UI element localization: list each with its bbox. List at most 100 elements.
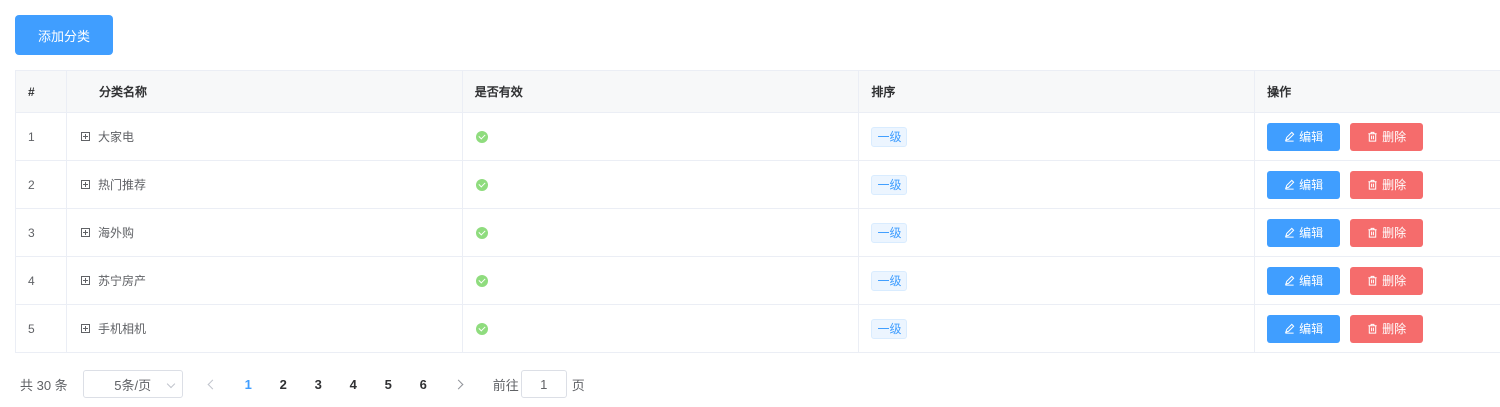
table-header: # 分类名称 是否有效 排序 操作 bbox=[16, 71, 1500, 113]
level-tag: 一级 bbox=[871, 270, 908, 291]
trash-icon bbox=[1368, 227, 1377, 238]
edit-label: 编辑 bbox=[1299, 274, 1324, 288]
level-cell: 一级 bbox=[859, 209, 1256, 256]
check-circle-icon bbox=[475, 274, 488, 287]
column-header-actions: 操作 bbox=[1267, 85, 1292, 99]
delete-label: 删除 bbox=[1382, 130, 1407, 144]
delete-button[interactable]: 删除 bbox=[1350, 218, 1424, 247]
edit-label: 编辑 bbox=[1299, 226, 1324, 240]
pencil-icon bbox=[1285, 275, 1295, 286]
category-name-cell: 苏宁房产 bbox=[67, 257, 463, 304]
page-size-value: 5条/页 bbox=[114, 377, 152, 393]
delete-button[interactable]: 删除 bbox=[1350, 314, 1424, 343]
column-header-level: 排序 bbox=[859, 71, 1256, 112]
valid-cell bbox=[463, 209, 860, 256]
table-row: 4 苏宁房产 一级 编辑 删除 bbox=[16, 257, 1500, 305]
page-list: 1 2 3 4 5 6 bbox=[231, 370, 441, 398]
goto-suffix: 页 bbox=[571, 377, 585, 393]
pagination: 共 30 条 5条/页 1 2 3 4 5 6 前往 页 bbox=[15, 370, 585, 398]
trash-icon bbox=[1368, 323, 1377, 334]
level-tag: 一级 bbox=[871, 174, 908, 195]
edit-label: 编辑 bbox=[1299, 178, 1324, 192]
table-row: 1 大家电 一级 编辑 删除 bbox=[16, 113, 1500, 161]
chevron-right-icon bbox=[453, 379, 464, 389]
row-index: 4 bbox=[16, 257, 67, 304]
page-size-select[interactable]: 5条/页 bbox=[82, 370, 183, 398]
page-number-1[interactable]: 1 bbox=[231, 370, 266, 398]
row-index: 3 bbox=[16, 209, 67, 256]
chevron-left-icon bbox=[207, 379, 218, 389]
row-index: 5 bbox=[16, 305, 67, 352]
page-number-3[interactable]: 3 bbox=[301, 370, 336, 398]
category-table: # 分类名称 是否有效 排序 操作 1 大家电 一级 编辑 删除 2 热门推荐 … bbox=[15, 70, 1500, 353]
category-name: 苏宁房产 bbox=[97, 274, 146, 288]
delete-button[interactable]: 删除 bbox=[1350, 170, 1424, 199]
table-row: 2 热门推荐 一级 编辑 删除 bbox=[16, 161, 1500, 209]
level-tag: 一级 bbox=[871, 126, 908, 147]
level-cell: 一级 bbox=[859, 305, 1256, 352]
check-circle-icon bbox=[475, 178, 488, 191]
category-name: 大家电 bbox=[97, 130, 134, 144]
level-tag: 一级 bbox=[871, 318, 908, 339]
goto-page-input[interactable] bbox=[520, 370, 567, 398]
actions-cell: 编辑 删除 bbox=[1255, 209, 1500, 256]
edit-button[interactable]: 编辑 bbox=[1267, 266, 1341, 295]
edit-label: 编辑 bbox=[1299, 322, 1324, 336]
level-cell: 一级 bbox=[859, 257, 1256, 304]
page-number-4[interactable]: 4 bbox=[336, 370, 371, 398]
check-circle-icon bbox=[475, 322, 488, 335]
trash-icon bbox=[1368, 179, 1377, 190]
add-category-button[interactable]: 添加分类 bbox=[15, 15, 113, 55]
delete-label: 删除 bbox=[1382, 226, 1407, 240]
page-number-5[interactable]: 5 bbox=[371, 370, 406, 398]
table-row: 3 海外购 一级 编辑 删除 bbox=[16, 209, 1500, 257]
pencil-icon bbox=[1285, 131, 1295, 142]
check-circle-icon bbox=[475, 226, 488, 239]
delete-button[interactable]: 删除 bbox=[1350, 266, 1424, 295]
edit-button[interactable]: 编辑 bbox=[1267, 314, 1341, 343]
trash-icon bbox=[1368, 131, 1377, 142]
valid-cell bbox=[463, 113, 860, 160]
goto-prefix: 前往 bbox=[492, 377, 519, 393]
edit-button[interactable]: 编辑 bbox=[1267, 122, 1341, 151]
total-count: 共 30 条 bbox=[20, 377, 68, 393]
page-number-6[interactable]: 6 bbox=[406, 370, 441, 398]
category-name-cell: 海外购 bbox=[67, 209, 463, 256]
category-name-cell: 热门推荐 bbox=[67, 161, 463, 208]
category-name: 热门推荐 bbox=[97, 178, 146, 192]
prev-page-button[interactable] bbox=[203, 370, 223, 398]
level-tag: 一级 bbox=[871, 222, 908, 243]
expand-icon[interactable] bbox=[80, 180, 90, 189]
category-name-cell: 大家电 bbox=[67, 113, 463, 160]
row-index: 1 bbox=[16, 113, 67, 160]
expand-icon[interactable] bbox=[80, 276, 90, 285]
actions-cell: 编辑 删除 bbox=[1255, 113, 1500, 160]
edit-button[interactable]: 编辑 bbox=[1267, 170, 1341, 199]
pencil-icon bbox=[1285, 179, 1295, 190]
check-circle-icon bbox=[475, 130, 488, 143]
expand-icon[interactable] bbox=[80, 228, 90, 237]
delete-label: 删除 bbox=[1382, 274, 1407, 288]
actions-cell: 编辑 删除 bbox=[1255, 257, 1500, 304]
category-name: 手机相机 bbox=[97, 322, 146, 336]
actions-cell: 编辑 删除 bbox=[1255, 161, 1500, 208]
delete-label: 删除 bbox=[1382, 178, 1407, 192]
edit-label: 编辑 bbox=[1299, 130, 1324, 144]
delete-label: 删除 bbox=[1382, 322, 1407, 336]
page-number-2[interactable]: 2 bbox=[266, 370, 301, 398]
actions-cell: 编辑 删除 bbox=[1255, 305, 1500, 352]
edit-button[interactable]: 编辑 bbox=[1267, 218, 1341, 247]
table-row: 5 手机相机 一级 编辑 删除 bbox=[16, 305, 1500, 353]
valid-cell bbox=[463, 161, 860, 208]
level-cell: 一级 bbox=[859, 113, 1256, 160]
row-index: 2 bbox=[16, 161, 67, 208]
pencil-icon bbox=[1285, 227, 1295, 238]
category-name-cell: 手机相机 bbox=[67, 305, 463, 352]
expand-icon[interactable] bbox=[80, 132, 90, 141]
expand-icon[interactable] bbox=[80, 324, 90, 333]
delete-button[interactable]: 删除 bbox=[1350, 122, 1424, 151]
trash-icon bbox=[1368, 275, 1377, 286]
valid-cell bbox=[463, 305, 860, 352]
next-page-button[interactable] bbox=[449, 370, 469, 398]
pencil-icon bbox=[1285, 323, 1295, 334]
